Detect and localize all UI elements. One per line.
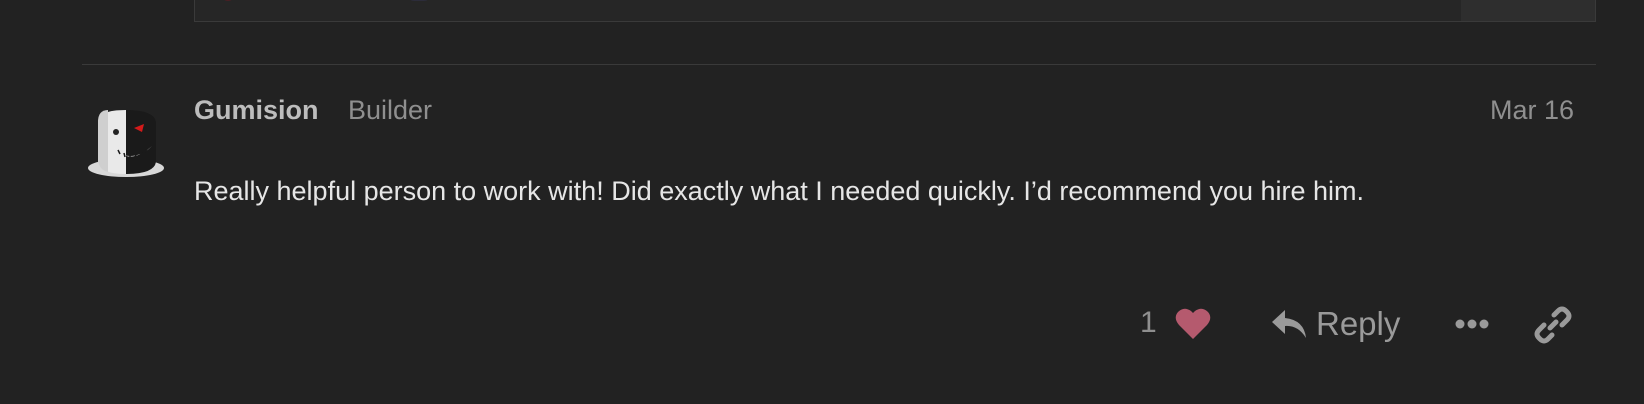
ellipsis-icon[interactable] [1454,314,1490,334]
link-icon[interactable] [1534,306,1572,344]
heart-icon[interactable] [1174,306,1212,342]
post-username[interactable]: Gumision [194,95,319,126]
cropped-avatar [221,0,235,1]
post-actions: 1 Reply [0,298,1644,350]
reply-arrow-icon [1272,310,1306,338]
reply-button[interactable]: Reply [1270,302,1400,346]
post-body: Really helpful person to work with! Did … [194,176,1365,206]
reply-label: Reply [1316,305,1401,342]
post-date[interactable]: Mar 16 [1490,95,1574,126]
like-count[interactable]: 1 [1140,306,1157,340]
user-avatar[interactable] [86,104,166,184]
user-title: Builder [348,95,433,125]
cropped-avatar [407,0,431,1]
post-divider [82,64,1596,65]
quoted-content-box [194,0,1596,22]
topic-page: Gumision Builder Mar 16 Really helpful p… [0,0,1644,404]
quoted-content-side-panel [1461,0,1595,21]
